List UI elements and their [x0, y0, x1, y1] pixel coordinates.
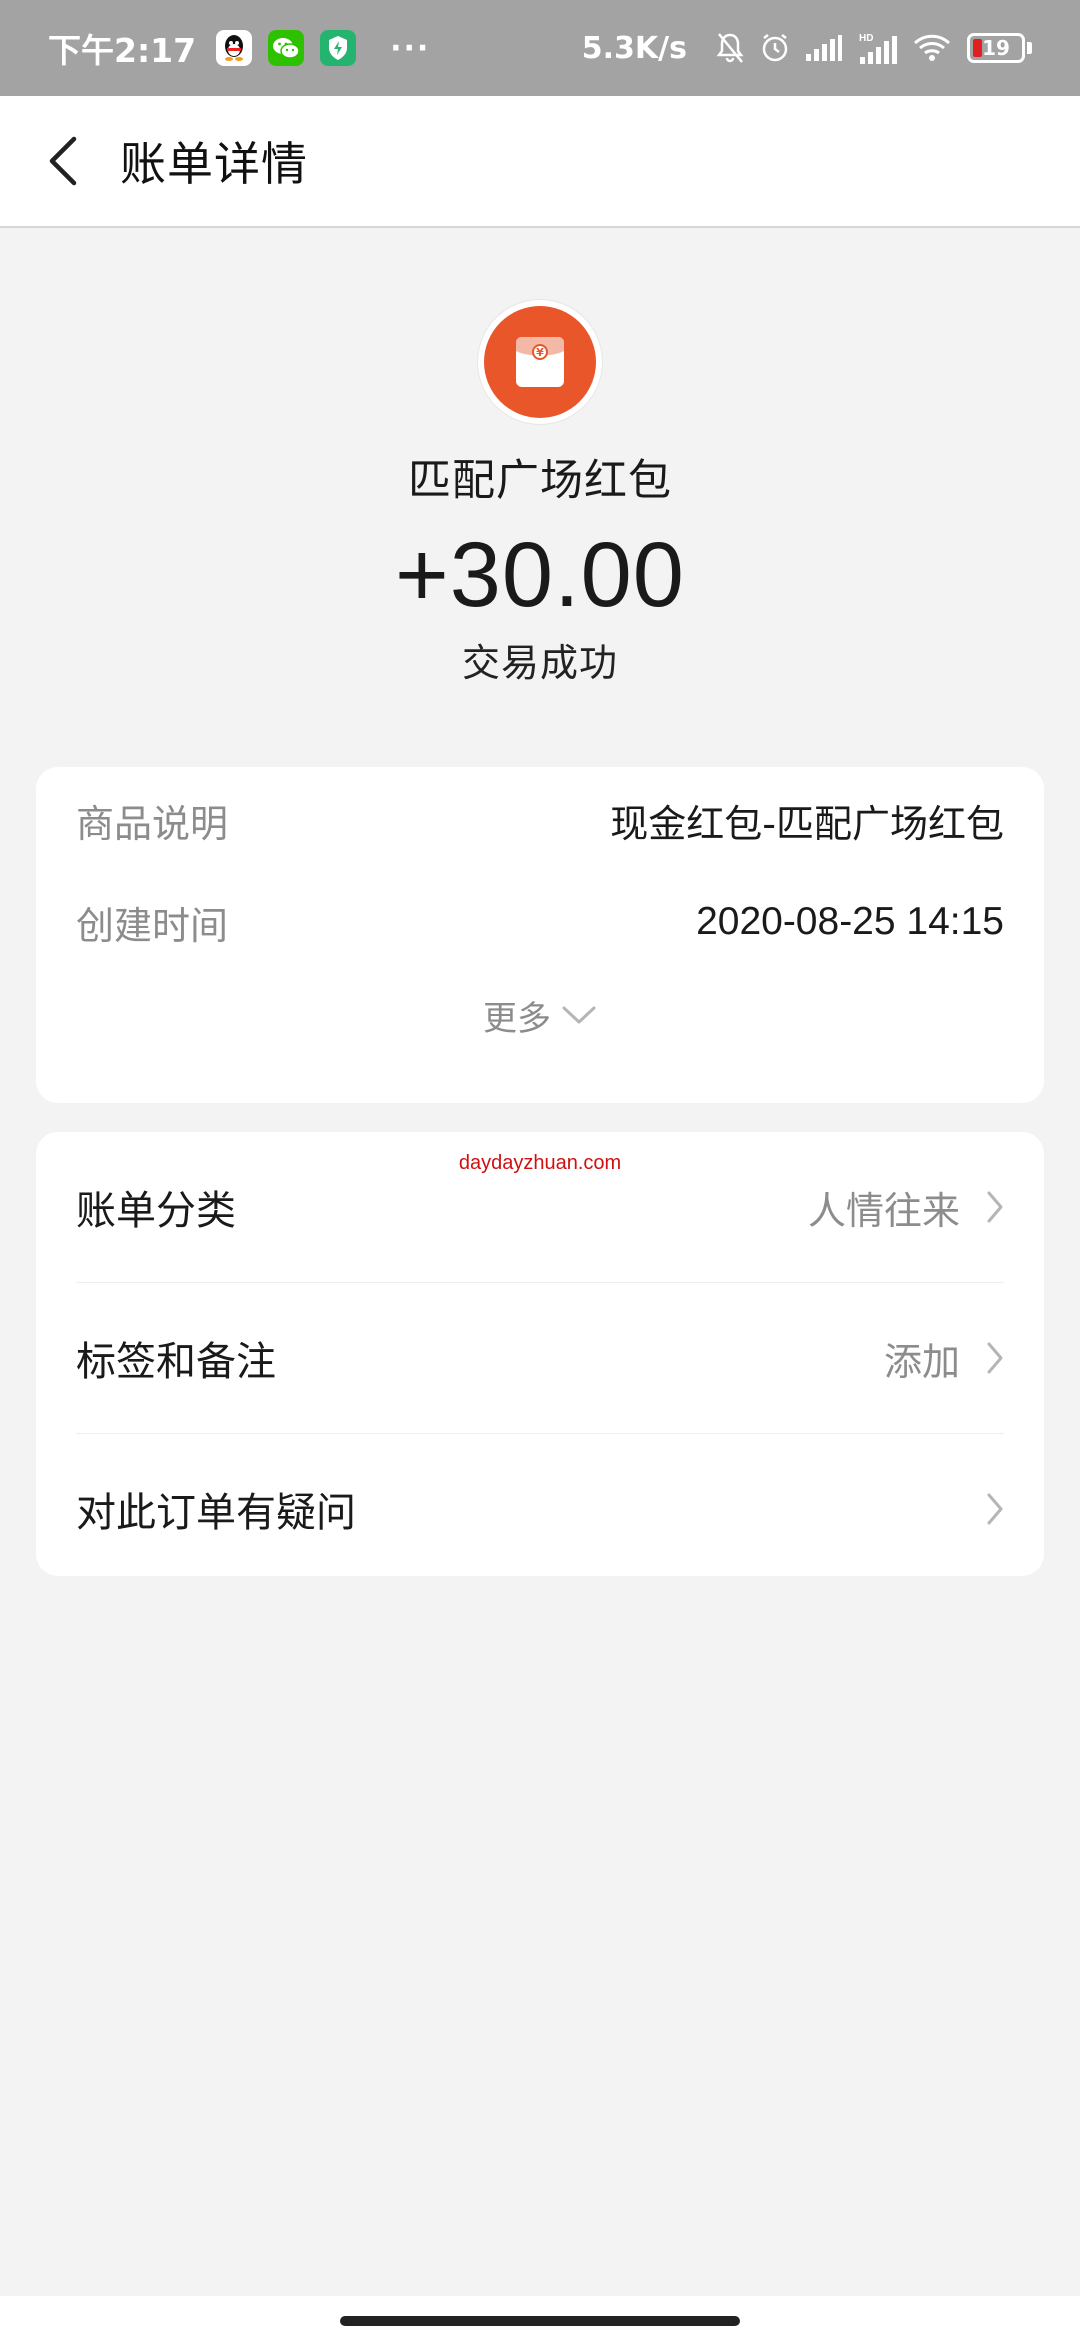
menu-label: 账单分类 — [76, 1188, 236, 1234]
chevron-right-icon — [987, 1493, 1003, 1525]
signal-strength-icon — [805, 34, 843, 62]
detail-value: 2020-08-25 14:15 — [696, 900, 1004, 943]
detail-row-created-time: 创建时间 2020-08-25 14:15 — [76, 871, 1004, 973]
page-title: 账单详情 — [120, 137, 308, 191]
detail-value: 现金红包-匹配广场红包 — [610, 801, 1004, 846]
qq-icon — [216, 30, 253, 66]
security-shield-icon — [320, 30, 357, 66]
merchant-logo: ¥ — [478, 300, 602, 424]
detail-row-product: 商品说明 现金红包-匹配广场红包 — [76, 769, 1004, 871]
hd-label: HD — [859, 33, 873, 44]
bell-muted-icon — [715, 32, 745, 64]
menu-row-order-question[interactable]: 对此订单有疑问 — [76, 1434, 1004, 1584]
network-speed: 5.3K/s — [581, 30, 687, 66]
transaction-amount: +30.00 — [395, 524, 685, 626]
back-button[interactable] — [30, 128, 96, 194]
menu-label: 标签和备注 — [76, 1339, 276, 1385]
watermark: daydayzhuan.com — [458, 1152, 622, 1174]
merchant-name: 匹配广场红包 — [408, 456, 672, 506]
menu-right: 添加 — [884, 1331, 1004, 1386]
menu-row-tags-notes[interactable]: 标签和备注 添加 — [76, 1283, 1004, 1434]
red-packet-icon: ¥ — [484, 306, 596, 418]
more-notifications-icon: ··· — [390, 30, 431, 66]
detail-label: 商品说明 — [76, 801, 229, 846]
menu-label: 对此订单有疑问 — [76, 1490, 356, 1536]
wifi-icon — [913, 33, 951, 63]
battery-icon: 19 — [967, 33, 1025, 63]
menu-value: 人情往来 — [807, 1188, 960, 1233]
chevron-right-icon — [987, 1191, 1003, 1223]
menu-right — [986, 1492, 1004, 1526]
battery-cap — [1027, 42, 1032, 54]
more-label: 更多 — [483, 998, 551, 1039]
chevron-down-icon — [562, 1006, 596, 1024]
svg-text:¥: ¥ — [536, 346, 544, 359]
transaction-status: 交易成功 — [461, 641, 618, 685]
detail-card: 商品说明 现金红包-匹配广场红包 创建时间 2020-08-25 14:15 更… — [36, 767, 1044, 1103]
status-bar-right: 5.3K/s HD 19 — [582, 31, 1032, 66]
wechat-icon — [268, 30, 305, 66]
app-header: 账单详情 — [0, 96, 1080, 228]
menu-right: 人情往来 — [808, 1180, 1004, 1235]
chevron-left-icon — [49, 136, 77, 186]
menu-card: 账单分类 人情往来 标签和备注 添加 对此订单有疑问 — [36, 1132, 1044, 1576]
chevron-right-icon — [987, 1342, 1003, 1374]
home-indicator[interactable] — [340, 2316, 740, 2326]
status-time: 下午2:17 — [48, 31, 197, 70]
more-toggle[interactable]: 更多 — [76, 973, 1004, 1057]
battery-level: 19 — [982, 36, 1010, 60]
status-bar-left: 下午2:17 ··· — [48, 24, 430, 72]
hd-signal-icon: HD — [857, 31, 899, 65]
status-bar: 下午2:17 ··· 5.3K/s HD 19 — [0, 0, 1080, 96]
transaction-summary: ¥ 匹配广场红包 +30.00 交易成功 — [0, 300, 1080, 687]
detail-label: 创建时间 — [76, 903, 229, 948]
alarm-icon — [759, 32, 791, 64]
menu-value: 添加 — [883, 1339, 960, 1384]
